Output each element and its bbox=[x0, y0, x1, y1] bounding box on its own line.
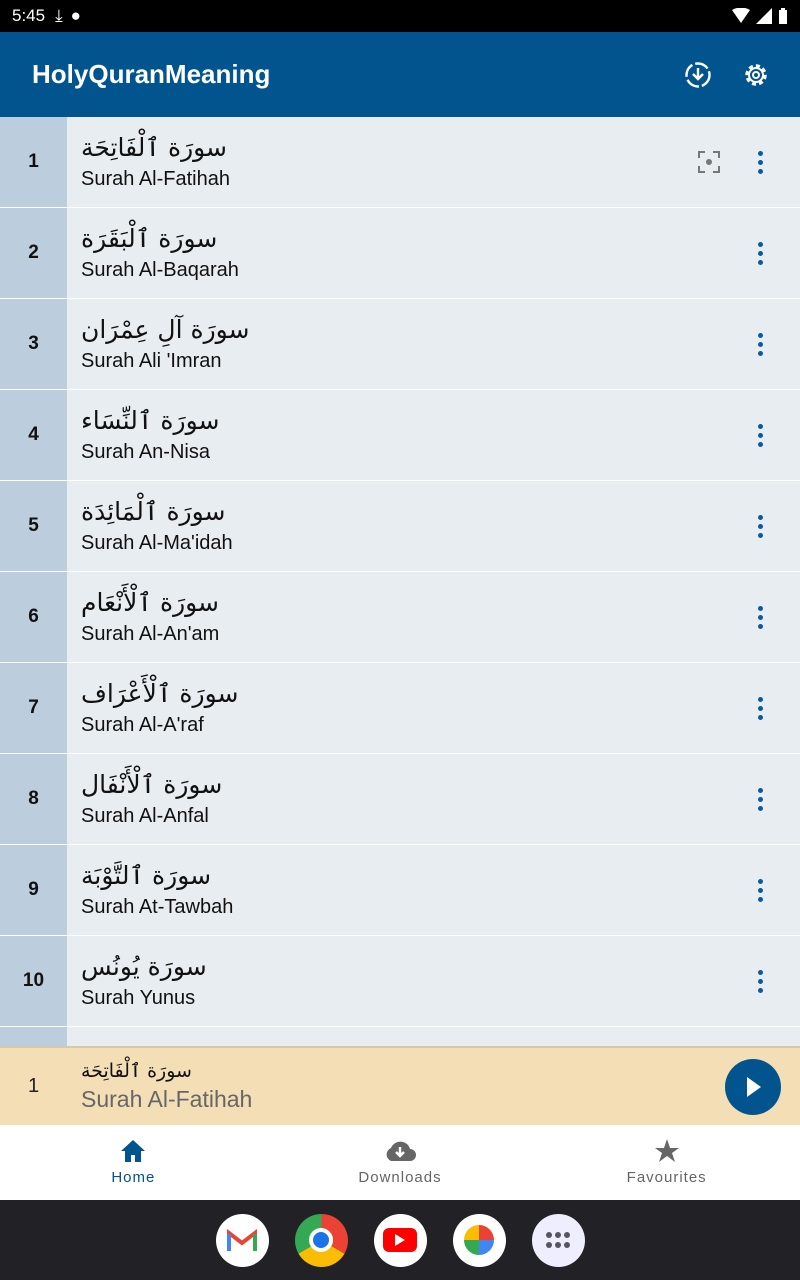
app-drawer-icon[interactable] bbox=[531, 1213, 585, 1267]
surah-name: Surah Al-An'am bbox=[81, 623, 220, 645]
surah-name: Surah Ali 'Imran bbox=[81, 350, 222, 372]
surah-name: Surah Yunus bbox=[81, 987, 196, 1009]
more-options-icon[interactable] bbox=[750, 150, 770, 174]
surah-arabic-name: سورَة ٱلْأَعْرَاف bbox=[81, 679, 239, 708]
tab-label: Favourites bbox=[626, 1169, 707, 1186]
surah-row[interactable]: 3 سورَة آلِ عِمْرَان Surah Ali 'Imran bbox=[0, 299, 800, 390]
app-title: HolyQuranMeaning bbox=[32, 59, 271, 89]
surah-name: Surah Al-Anfal bbox=[81, 805, 209, 827]
star-icon bbox=[654, 1139, 679, 1162]
surah-number: 4 bbox=[0, 390, 67, 480]
more-options-icon[interactable] bbox=[750, 696, 770, 720]
surah-row[interactable]: 7 سورَة ٱلْأَعْرَاف Surah Al-A'raf bbox=[0, 663, 800, 754]
surah-number-cell bbox=[0, 1027, 67, 1046]
download-status-icon: ⤓ bbox=[55, 6, 63, 25]
surah-name: Surah Al-Fatihah bbox=[81, 168, 230, 190]
tab-label: Downloads bbox=[358, 1169, 442, 1186]
surah-number: 10 bbox=[0, 936, 67, 1026]
status-bar: 5:45 ⤓ ● bbox=[0, 0, 800, 32]
surah-arabic-name: سورَة ٱلْأَنْفَال bbox=[81, 770, 223, 799]
bottom-nav: Home Downloads Favourites bbox=[0, 1125, 800, 1200]
surah-name: Surah Al-Ma'idah bbox=[81, 532, 233, 554]
more-options-icon[interactable] bbox=[750, 969, 770, 993]
youtube-icon[interactable] bbox=[373, 1213, 427, 1267]
status-time: 5:45 bbox=[12, 6, 46, 25]
surah-name: Surah At-Tawbah bbox=[81, 896, 234, 918]
player-number: 1 bbox=[27, 1075, 40, 1097]
surah-arabic-name: سورَة ٱلْفَاتِحَة bbox=[81, 133, 228, 162]
surah-arabic-name: سورَة ٱلنِّسَاء bbox=[81, 406, 220, 435]
surah-arabic-name: سورَة ٱلتَّوْبَة bbox=[81, 861, 212, 890]
system-dock bbox=[0, 1200, 800, 1280]
surah-arabic-name: سورَة ٱلْمَائِدَة bbox=[81, 497, 226, 526]
gear-icon[interactable] bbox=[742, 61, 770, 89]
surah-number: 9 bbox=[0, 845, 67, 935]
surah-number: 6 bbox=[0, 572, 67, 662]
surah-arabic-name: سورَة يُونُس bbox=[81, 952, 207, 981]
battery-icon bbox=[779, 8, 787, 24]
surah-row[interactable]: 6 سورَة ٱلْأَنْعَام Surah Al-An'am bbox=[0, 572, 800, 663]
mini-player[interactable]: 1 سورَة ٱلْفَاتِحَة Surah Al-Fatihah bbox=[0, 1046, 800, 1125]
surah-number: 8 bbox=[0, 754, 67, 844]
play-icon bbox=[747, 1076, 761, 1097]
gmail-icon[interactable] bbox=[215, 1213, 269, 1267]
tab-downloads[interactable]: Downloads bbox=[267, 1125, 534, 1200]
more-options-icon[interactable] bbox=[750, 423, 770, 447]
cloud-download-icon bbox=[386, 1141, 416, 1161]
surah-arabic-name: سورَة ٱلْأَنْعَام bbox=[81, 588, 220, 617]
photos-icon[interactable] bbox=[452, 1213, 506, 1267]
surah-row[interactable]: 10 سورَة يُونُس Surah Yunus bbox=[0, 936, 800, 1027]
surah-row[interactable]: 9 سورَة ٱلتَّوْبَة Surah At-Tawbah bbox=[0, 845, 800, 936]
surah-name: Surah An-Nisa bbox=[81, 441, 210, 463]
chrome-icon[interactable] bbox=[294, 1213, 348, 1267]
surah-row-partial[interactable] bbox=[0, 1027, 800, 1046]
more-options-icon[interactable] bbox=[750, 605, 770, 629]
surah-arabic-name: سورَة ٱلْبَقَرَة bbox=[81, 224, 218, 253]
more-options-icon[interactable] bbox=[750, 787, 770, 811]
surah-row[interactable]: 5 سورَة ٱلْمَائِدَة Surah Al-Ma'idah bbox=[0, 481, 800, 572]
surah-list[interactable]: 1 سورَة ٱلْفَاتِحَة Surah Al-Fatihah 2 س… bbox=[0, 117, 800, 1046]
surah-number: 3 bbox=[0, 299, 67, 389]
app-bar: HolyQuranMeaning bbox=[0, 32, 800, 117]
download-circle-icon[interactable] bbox=[684, 61, 712, 89]
surah-name: Surah Al-A'raf bbox=[81, 714, 204, 736]
surah-name: Surah Al-Baqarah bbox=[81, 259, 239, 281]
tab-favourites[interactable]: Favourites bbox=[533, 1125, 800, 1200]
home-icon bbox=[121, 1140, 146, 1162]
player-title: Surah Al-Fatihah bbox=[81, 1086, 253, 1112]
more-options-icon[interactable] bbox=[750, 878, 770, 902]
player-arabic-title: سورَة ٱلْفَاتِحَة bbox=[81, 1060, 192, 1082]
surah-row[interactable]: 2 سورَة ٱلْبَقَرَة Surah Al-Baqarah bbox=[0, 208, 800, 299]
focus-icon[interactable] bbox=[698, 151, 720, 173]
surah-number: 5 bbox=[0, 481, 67, 571]
tab-label: Home bbox=[111, 1169, 156, 1186]
surah-row[interactable]: 1 سورَة ٱلْفَاتِحَة Surah Al-Fatihah bbox=[0, 117, 800, 208]
signal-icon bbox=[756, 8, 772, 24]
tab-home[interactable]: Home bbox=[0, 1125, 267, 1200]
surah-number: 2 bbox=[0, 208, 67, 298]
more-options-icon[interactable] bbox=[750, 514, 770, 538]
play-button[interactable] bbox=[725, 1058, 781, 1115]
surah-number: 7 bbox=[0, 663, 67, 753]
surah-arabic-name: سورَة آلِ عِمْرَان bbox=[81, 315, 250, 344]
surah-row[interactable]: 4 سورَة ٱلنِّسَاء Surah An-Nisa bbox=[0, 390, 800, 481]
notification-icon: ● bbox=[70, 6, 81, 25]
more-options-icon[interactable] bbox=[750, 332, 770, 356]
surah-number: 1 bbox=[0, 117, 67, 207]
more-options-icon[interactable] bbox=[750, 241, 770, 265]
wifi-icon bbox=[732, 8, 750, 23]
surah-row[interactable]: 8 سورَة ٱلْأَنْفَال Surah Al-Anfal bbox=[0, 754, 800, 845]
